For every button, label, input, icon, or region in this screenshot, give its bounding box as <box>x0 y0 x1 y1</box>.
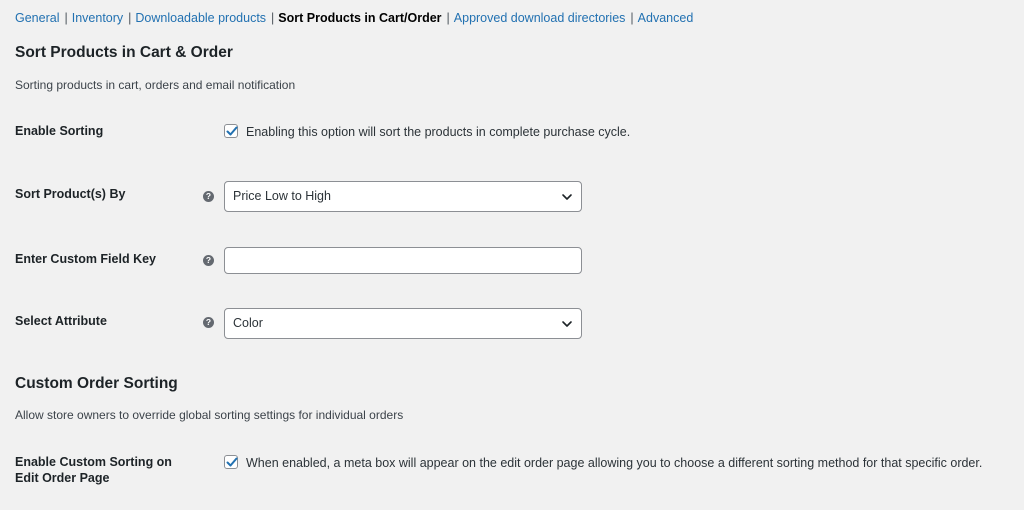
enable-sorting-label: Enable Sorting <box>15 124 104 138</box>
enable-custom-sorting-label: Enable Custom Sorting on Edit Order Page <box>15 454 172 486</box>
subnav-separator: | <box>64 11 68 25</box>
custom-field-key-label: Enter Custom Field Key <box>15 252 156 266</box>
subnav-link-inventory[interactable]: Inventory <box>72 11 123 25</box>
sort-by-label: Sort Product(s) By <box>15 187 126 201</box>
sort-by-selected-value: Price Low to High <box>233 189 331 203</box>
settings-page: General | Inventory | Downloadable products |… <box>0 0 1024 510</box>
custom-field-key-input[interactable] <box>224 247 582 274</box>
subnav-link-advanced[interactable]: Advanced <box>638 11 694 25</box>
enable-sorting-description: Enabling this option will sort the produ… <box>246 125 631 139</box>
help-tip-icon[interactable]: ? <box>203 255 214 266</box>
enable-custom-sorting-description: When enabled, a meta box will appear on … <box>246 456 983 470</box>
checkmark-icon <box>226 126 238 136</box>
subnav-link-approved-download-directories[interactable]: Approved download directories <box>454 11 626 25</box>
section-title-sort-products: Sort Products in Cart & Order <box>15 44 233 61</box>
help-tip-icon[interactable]: ? <box>203 191 214 202</box>
select-attribute-select[interactable]: Color <box>224 308 582 339</box>
settings-subnav: General | Inventory | Downloadable products |… <box>15 11 693 25</box>
subnav-current-sort-products: Sort Products in Cart/Order <box>278 11 442 25</box>
subnav-separator: | <box>271 11 275 25</box>
chevron-down-icon <box>562 321 572 327</box>
enable-sorting-checkbox[interactable] <box>224 124 238 138</box>
enable-custom-sorting-label-line1: Enable Custom Sorting on <box>15 455 172 469</box>
section-description-custom-order-sorting: Allow store owners to override global so… <box>15 408 404 422</box>
select-attribute-label: Select Attribute <box>15 314 107 328</box>
subnav-link-general[interactable]: General <box>15 11 59 25</box>
select-attribute-selected-value: Color <box>233 316 263 330</box>
chevron-down-icon <box>562 194 572 200</box>
help-tip-icon[interactable]: ? <box>203 317 214 328</box>
checkmark-icon <box>226 457 238 467</box>
subnav-separator: | <box>128 11 132 25</box>
subnav-separator: | <box>446 11 450 25</box>
sort-by-select[interactable]: Price Low to High <box>224 181 582 212</box>
enable-custom-sorting-checkbox[interactable] <box>224 455 238 469</box>
subnav-link-downloadable-products[interactable]: Downloadable products <box>135 11 266 25</box>
section-title-custom-order-sorting: Custom Order Sorting <box>15 375 178 392</box>
section-description-sort-products: Sorting products in cart, orders and ema… <box>15 78 296 92</box>
enable-custom-sorting-label-line2: Edit Order Page <box>15 471 110 485</box>
subnav-separator: | <box>630 11 634 25</box>
